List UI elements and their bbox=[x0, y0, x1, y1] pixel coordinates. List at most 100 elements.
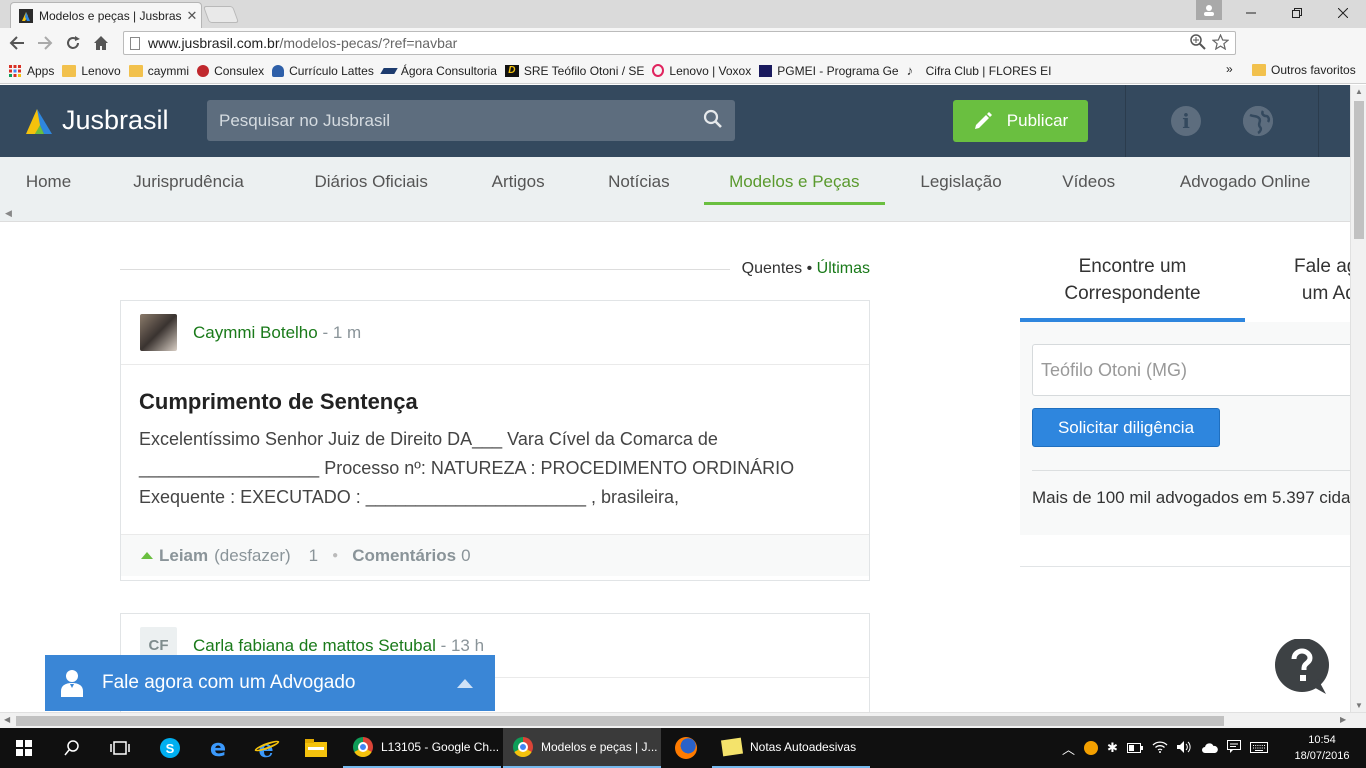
nav-item-artigos[interactable]: Artigos bbox=[462, 157, 574, 207]
nav-scroll-left-icon[interactable]: ◀ bbox=[5, 208, 12, 219]
scroll-down-icon[interactable]: ▼ bbox=[1355, 701, 1363, 710]
task-view-icon[interactable] bbox=[96, 728, 144, 768]
windows-start-icon[interactable] bbox=[0, 728, 48, 768]
sort-hot-link[interactable]: Quentes bbox=[742, 260, 802, 278]
bookmark-star-icon[interactable] bbox=[1211, 33, 1230, 54]
info-icon[interactable]: i bbox=[1171, 106, 1201, 136]
comments-link[interactable]: Comentários bbox=[352, 546, 456, 566]
nav-item-noticias[interactable]: Notícias bbox=[574, 157, 704, 207]
search-icon[interactable] bbox=[703, 109, 723, 129]
volume-icon[interactable] bbox=[1176, 740, 1193, 756]
keyboard-icon[interactable] bbox=[1249, 741, 1268, 756]
clock-time: 10:54 bbox=[1308, 734, 1336, 746]
scroll-thumb[interactable] bbox=[16, 716, 1224, 726]
bookmark-pgmei[interactable]: PGMEI - Programa Ge bbox=[759, 64, 899, 78]
scroll-up-icon[interactable]: ▲ bbox=[1355, 87, 1363, 96]
chevron-up-icon[interactable]: ︿ bbox=[1062, 739, 1075, 758]
home-icon[interactable] bbox=[87, 29, 115, 57]
nav-item-advogado-online[interactable]: Advogado Online bbox=[1140, 157, 1350, 207]
location-input[interactable]: Teófilo Otoni (MG) bbox=[1032, 344, 1362, 396]
undo-link[interactable]: (desfazer) bbox=[214, 546, 291, 566]
system-clock[interactable]: 10:54 18/07/2016 bbox=[1290, 732, 1354, 764]
forward-arrow-icon[interactable] bbox=[31, 29, 59, 57]
reload-icon[interactable] bbox=[59, 29, 87, 57]
back-arrow-icon[interactable] bbox=[3, 29, 31, 57]
other-bookmarks[interactable]: Outros favoritos bbox=[1252, 63, 1356, 77]
post-body[interactable]: Cumprimento de Sentença Excelentíssimo S… bbox=[121, 365, 869, 534]
divider bbox=[1032, 470, 1350, 471]
tab-find-correspondent[interactable]: Encontre um Correspondente bbox=[1020, 252, 1245, 322]
sort-separator: • bbox=[802, 260, 817, 277]
nav-item-diarios-oficiais[interactable]: Diários Oficiais bbox=[280, 157, 462, 207]
author-name[interactable]: Carla fabiana de mattos Setubal bbox=[193, 636, 436, 656]
feed-sort-bar: Quentes • Últimas bbox=[120, 256, 870, 282]
bluetooth-icon[interactable]: ✱ bbox=[1107, 740, 1118, 756]
minimize-icon[interactable] bbox=[1228, 0, 1274, 26]
avatar[interactable] bbox=[140, 314, 177, 351]
nav-item-legislacao[interactable]: Legislação bbox=[885, 157, 1037, 207]
nav-item-jurisprudencia[interactable]: Jurisprudência bbox=[97, 157, 280, 207]
bookmark-agora[interactable]: Ágora Consultoria bbox=[380, 64, 497, 78]
bookmark-lenovo-folder[interactable]: Lenovo bbox=[62, 64, 121, 78]
browser-tab[interactable]: Modelos e peças | Jusbras ✕ bbox=[10, 2, 202, 28]
read-button[interactable]: Leiam bbox=[159, 546, 208, 566]
scroll-left-icon[interactable]: ◀ bbox=[4, 715, 10, 724]
avast-icon[interactable] bbox=[1084, 741, 1099, 755]
bookmarks-overflow-button[interactable]: » bbox=[1226, 62, 1233, 76]
taskbar-app-chrome-modelos[interactable]: Modelos e peças | J... bbox=[503, 728, 661, 768]
bookmark-consulex[interactable]: Consulex bbox=[197, 64, 264, 78]
bookmark-lattes[interactable]: Currículo Lattes bbox=[272, 64, 374, 78]
close-window-icon[interactable] bbox=[1320, 0, 1366, 26]
tab-close-icon[interactable]: ✕ bbox=[183, 8, 201, 24]
restore-icon[interactable] bbox=[1274, 0, 1320, 26]
edge-icon[interactable]: e bbox=[194, 728, 242, 768]
battery-icon[interactable] bbox=[1126, 741, 1143, 756]
firefox-icon[interactable] bbox=[662, 728, 710, 768]
sort-latest-link[interactable]: Últimas bbox=[817, 260, 870, 278]
skype-icon[interactable]: S bbox=[146, 728, 194, 768]
nav-item-modelos-e-pecas[interactable]: Modelos e Peças bbox=[703, 157, 885, 207]
horizontal-scrollbar[interactable]: ◀ ▶ bbox=[0, 712, 1366, 728]
address-bar[interactable]: www.jusbrasil.com.br /modelos-pecas/?ref… bbox=[123, 31, 1236, 55]
bookmark-label: Apps bbox=[27, 63, 55, 78]
vertical-scrollbar[interactable]: ▲ ▼ bbox=[1350, 85, 1366, 712]
search-icon[interactable] bbox=[48, 728, 96, 768]
page-info-icon[interactable] bbox=[130, 37, 140, 50]
scroll-right-icon[interactable]: ▶ bbox=[1340, 715, 1346, 724]
wifi-icon[interactable] bbox=[1152, 740, 1168, 756]
new-tab-button[interactable] bbox=[202, 6, 240, 23]
browser-tab-strip: Modelos e peças | Jusbras ✕ bbox=[0, 0, 1366, 28]
bookmark-apps[interactable]: Apps bbox=[8, 64, 54, 78]
zoom-icon[interactable] bbox=[1190, 34, 1206, 54]
bookmark-voxox[interactable]: Lenovo | Voxox bbox=[652, 64, 751, 78]
upvote-arrow-icon[interactable] bbox=[141, 552, 153, 559]
help-question-icon[interactable] bbox=[1274, 639, 1330, 695]
nav-item-videos[interactable]: Vídeos bbox=[1037, 157, 1140, 207]
nav-item-home[interactable]: Home bbox=[0, 157, 97, 207]
bookmark-cifraclub[interactable]: ♪ Cifra Club | FLORES EI bbox=[907, 64, 1052, 78]
bookmark-label: SRE Teófilo Otoni / SE bbox=[523, 63, 645, 78]
chevron-up-icon[interactable] bbox=[457, 679, 473, 688]
user-profile-icon[interactable] bbox=[1196, 0, 1222, 20]
publish-button[interactable]: Publicar bbox=[953, 100, 1088, 142]
onedrive-cloud-icon[interactable] bbox=[1201, 741, 1218, 756]
internet-explorer-icon[interactable]: e bbox=[242, 728, 290, 768]
action-center-icon[interactable] bbox=[1226, 740, 1241, 756]
bookmark-caymmi-folder[interactable]: caymmi bbox=[128, 64, 189, 78]
bookmark-label: Cifra Club | FLORES EI bbox=[925, 63, 1052, 78]
taskbar-app-label: L13105 - Google Ch... bbox=[381, 740, 500, 754]
post-title[interactable]: Cumprimento de Sentença bbox=[139, 389, 851, 415]
chat-with-lawyer-bar[interactable]: Fale agora com um Advogado bbox=[45, 655, 495, 711]
taskbar-app-chrome-l13105[interactable]: L13105 - Google Ch... bbox=[343, 728, 501, 768]
header-divider bbox=[1318, 85, 1319, 157]
bookmark-sre[interactable]: D SRE Teófilo Otoni / SE bbox=[504, 63, 645, 78]
folder-icon bbox=[1252, 64, 1266, 76]
author-name[interactable]: Caymmi Botelho bbox=[193, 323, 318, 343]
scroll-thumb[interactable] bbox=[1354, 101, 1364, 239]
site-search-input[interactable]: Pesquisar no Jusbrasil bbox=[207, 100, 735, 141]
request-diligence-button[interactable]: Solicitar diligência bbox=[1032, 408, 1220, 447]
jusbrasil-logo[interactable]: Jusbrasil bbox=[24, 105, 169, 136]
globe-icon[interactable] bbox=[1243, 106, 1273, 136]
taskbar-app-sticky-notes[interactable]: Notas Autoadesivas bbox=[712, 728, 870, 768]
file-explorer-icon[interactable] bbox=[292, 728, 340, 768]
